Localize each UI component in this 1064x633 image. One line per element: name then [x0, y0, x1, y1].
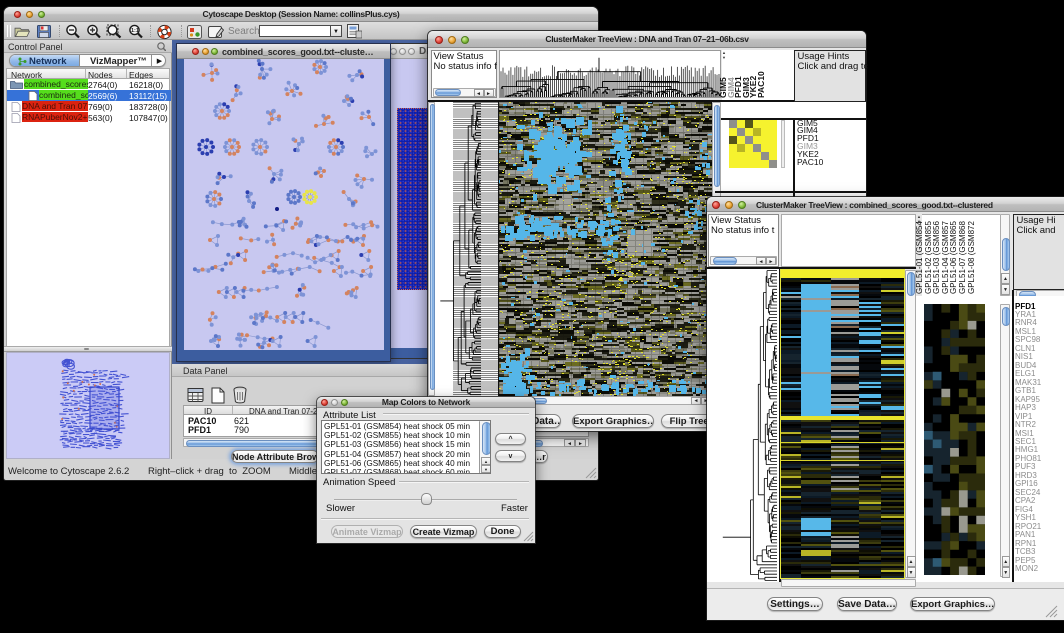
svg-text:1:1: 1:1: [131, 28, 139, 34]
